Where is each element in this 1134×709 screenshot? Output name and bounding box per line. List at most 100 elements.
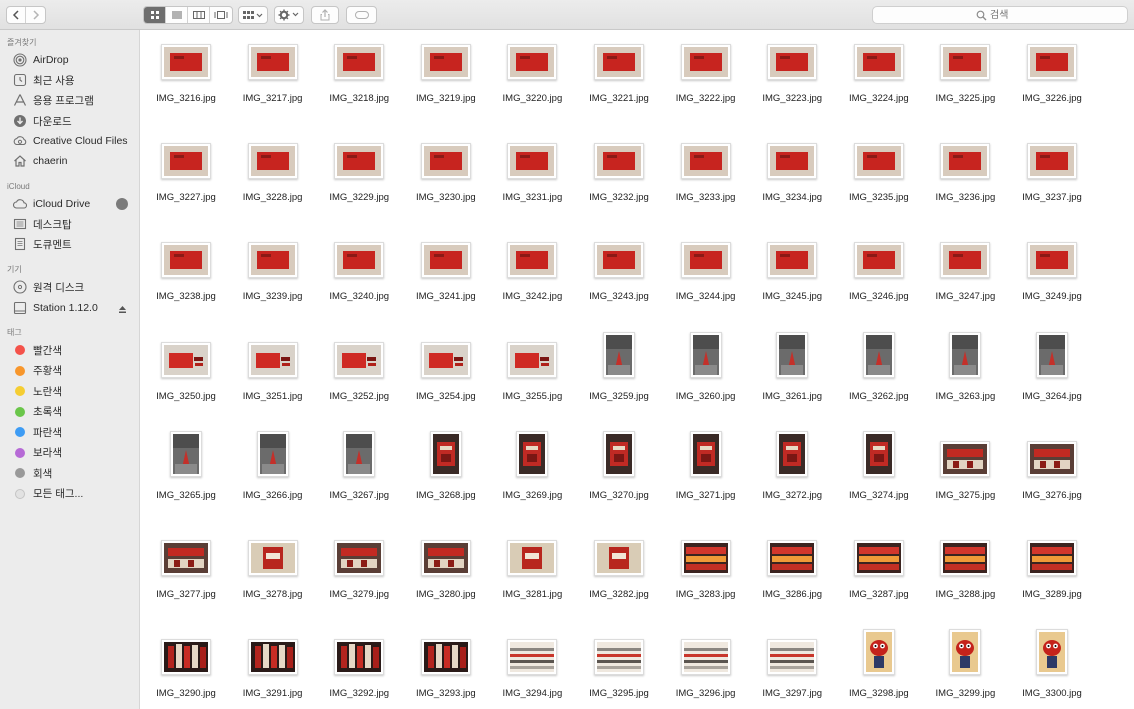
file-item[interactable]: IMG_3260.jpg (663, 328, 749, 408)
file-item[interactable]: IMG_3265.jpg (143, 427, 229, 507)
file-item[interactable]: IMG_3282.jpg (576, 526, 662, 606)
file-item[interactable]: IMG_3268.jpg (403, 427, 489, 507)
file-item[interactable]: IMG_3277.jpg (143, 526, 229, 606)
back-button[interactable] (7, 7, 26, 23)
sidebar-tag-item[interactable]: 노란색 (13, 382, 138, 400)
sidebar-item-remote-disc[interactable]: 원격 디스크 (13, 278, 138, 296)
file-item[interactable]: IMG_3276.jpg (1009, 427, 1095, 507)
forward-button[interactable] (26, 7, 45, 23)
file-item[interactable]: IMG_3231.jpg (489, 129, 575, 209)
file-item[interactable]: IMG_3220.jpg (489, 30, 575, 110)
file-item[interactable]: IMG_3263.jpg (922, 328, 1008, 408)
sidebar-item-applications[interactable]: 응용 프로그램 (13, 91, 138, 109)
sidebar-item-documents[interactable]: 도큐멘트 (13, 235, 138, 253)
sidebar-tag-item[interactable]: 보라색 (13, 444, 138, 462)
sidebar-tag-item[interactable]: 파란색 (13, 423, 138, 441)
file-item[interactable]: IMG_3232.jpg (576, 129, 662, 209)
file-item[interactable]: IMG_3237.jpg (1009, 129, 1095, 209)
gallery-view-button[interactable] (210, 7, 232, 23)
search-input[interactable] (990, 8, 1050, 22)
file-item[interactable]: IMG_3241.jpg (403, 228, 489, 308)
file-item[interactable]: IMG_3226.jpg (1009, 30, 1095, 110)
file-item[interactable]: IMG_3219.jpg (403, 30, 489, 110)
sidebar-tag-item[interactable]: 초록색 (13, 403, 138, 421)
file-item[interactable]: IMG_3271.jpg (663, 427, 749, 507)
file-item[interactable]: IMG_3224.jpg (836, 30, 922, 110)
file-item[interactable]: IMG_3254.jpg (403, 328, 489, 408)
file-item[interactable]: IMG_3290.jpg (143, 625, 229, 705)
file-item[interactable]: IMG_3229.jpg (316, 129, 402, 209)
file-item[interactable]: IMG_3234.jpg (749, 129, 835, 209)
sidebar-item-station[interactable]: Station 1.12.0 (13, 299, 138, 317)
sidebar-item-downloads[interactable]: 다운로드 (13, 112, 138, 130)
file-item[interactable]: IMG_3270.jpg (576, 427, 662, 507)
file-item[interactable]: IMG_3249.jpg (1009, 228, 1095, 308)
file-item[interactable]: IMG_3283.jpg (663, 526, 749, 606)
file-item[interactable]: IMG_3236.jpg (922, 129, 1008, 209)
file-item[interactable]: IMG_3261.jpg (749, 328, 835, 408)
file-item[interactable]: IMG_3262.jpg (836, 328, 922, 408)
file-item[interactable]: IMG_3281.jpg (489, 526, 575, 606)
file-item[interactable]: IMG_3267.jpg (316, 427, 402, 507)
file-item[interactable]: IMG_3275.jpg (922, 427, 1008, 507)
sidebar-item-desktop[interactable]: 데스크탑 (13, 215, 138, 233)
sidebar-item-airdrop[interactable]: AirDrop (13, 51, 138, 69)
file-item[interactable]: IMG_3278.jpg (230, 526, 316, 606)
file-item[interactable]: IMG_3291.jpg (230, 625, 316, 705)
file-item[interactable]: IMG_3299.jpg (922, 625, 1008, 705)
file-item[interactable]: IMG_3228.jpg (230, 129, 316, 209)
list-view-button[interactable] (166, 7, 188, 23)
sidebar-item-recents[interactable]: 최근 사용 (13, 71, 138, 89)
file-item[interactable]: IMG_3221.jpg (576, 30, 662, 110)
file-item[interactable]: IMG_3246.jpg (836, 228, 922, 308)
file-item[interactable]: IMG_3264.jpg (1009, 328, 1095, 408)
file-item[interactable]: IMG_3292.jpg (316, 625, 402, 705)
sidebar-item-creative-cloud[interactable]: Creative Cloud Files (13, 132, 138, 150)
file-item[interactable]: IMG_3218.jpg (316, 30, 402, 110)
file-item[interactable]: IMG_3288.jpg (922, 526, 1008, 606)
column-view-button[interactable] (188, 7, 210, 23)
file-item[interactable]: IMG_3235.jpg (836, 129, 922, 209)
file-item[interactable]: IMG_3223.jpg (749, 30, 835, 110)
file-item[interactable]: IMG_3225.jpg (922, 30, 1008, 110)
file-item[interactable]: IMG_3297.jpg (749, 625, 835, 705)
file-item[interactable]: IMG_3269.jpg (489, 427, 575, 507)
eject-icon[interactable] (118, 299, 127, 318)
file-item[interactable]: IMG_3247.jpg (922, 228, 1008, 308)
file-item[interactable]: IMG_3296.jpg (663, 625, 749, 705)
file-item[interactable]: IMG_3245.jpg (749, 228, 835, 308)
sidebar-tag-item[interactable]: 모든 태그... (13, 485, 138, 503)
file-item[interactable]: IMG_3244.jpg (663, 228, 749, 308)
file-item[interactable]: IMG_3259.jpg (576, 328, 662, 408)
file-item[interactable]: IMG_3239.jpg (230, 228, 316, 308)
file-item[interactable]: IMG_3252.jpg (316, 328, 402, 408)
sidebar-tag-item[interactable]: 빨간색 (13, 341, 138, 359)
file-item[interactable]: IMG_3230.jpg (403, 129, 489, 209)
file-item[interactable]: IMG_3295.jpg (576, 625, 662, 705)
sidebar-tag-item[interactable]: 회색 (13, 464, 138, 482)
sidebar-tag-item[interactable]: 주황색 (13, 362, 138, 380)
group-by-button[interactable] (238, 6, 268, 24)
search-field[interactable] (872, 6, 1128, 24)
file-item[interactable]: IMG_3280.jpg (403, 526, 489, 606)
file-item[interactable]: IMG_3286.jpg (749, 526, 835, 606)
file-item[interactable]: IMG_3266.jpg (230, 427, 316, 507)
file-item[interactable]: IMG_3293.jpg (403, 625, 489, 705)
file-item[interactable]: IMG_3294.jpg (489, 625, 575, 705)
file-item[interactable]: IMG_3287.jpg (836, 526, 922, 606)
file-item[interactable]: IMG_3227.jpg (143, 129, 229, 209)
file-item[interactable]: IMG_3217.jpg (230, 30, 316, 110)
file-item[interactable]: IMG_3233.jpg (663, 129, 749, 209)
file-item[interactable]: IMG_3298.jpg (836, 625, 922, 705)
file-item[interactable]: IMG_3279.jpg (316, 526, 402, 606)
file-item[interactable]: IMG_3272.jpg (749, 427, 835, 507)
file-item[interactable]: IMG_3242.jpg (489, 228, 575, 308)
action-menu-button[interactable] (274, 6, 304, 24)
file-item[interactable]: IMG_3216.jpg (143, 30, 229, 110)
file-item[interactable]: IMG_3238.jpg (143, 228, 229, 308)
file-item[interactable]: IMG_3274.jpg (836, 427, 922, 507)
sidebar-item-icloud-drive[interactable]: iCloud Drive (13, 195, 138, 213)
file-item[interactable]: IMG_3289.jpg (1009, 526, 1095, 606)
file-item[interactable]: IMG_3255.jpg (489, 328, 575, 408)
file-item[interactable]: IMG_3243.jpg (576, 228, 662, 308)
